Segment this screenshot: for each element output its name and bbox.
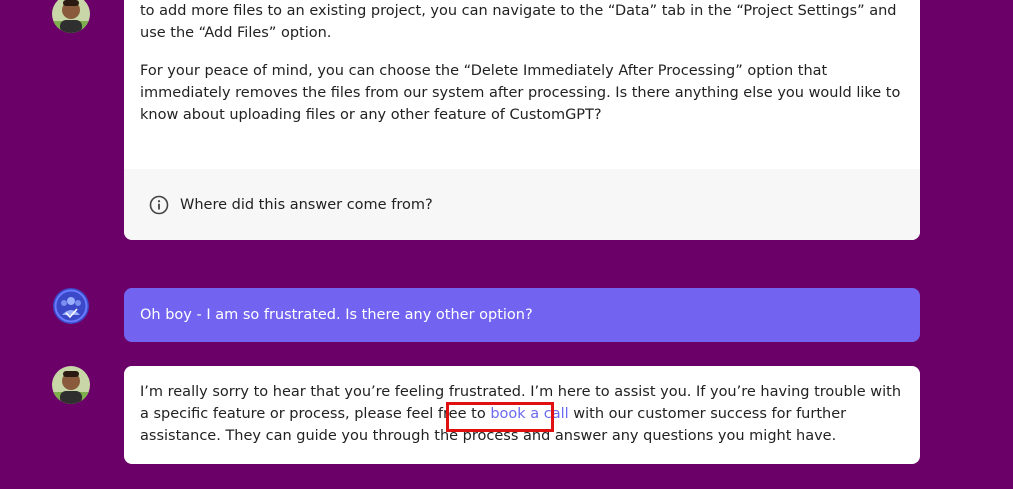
assistant-avatar xyxy=(52,366,90,404)
user-message-bubble: Oh boy - I am so frustrated. Is there an… xyxy=(124,288,920,342)
assistant-message-card: I’m really sorry to hear that you’re fee… xyxy=(124,366,920,464)
book-a-call-link[interactable]: book a call xyxy=(490,406,568,422)
assistant-message-paragraph: dashboard and using the “Upload” feature… xyxy=(140,3,897,41)
answer-source-label: Where did this answer come from? xyxy=(180,196,433,213)
info-circle-icon xyxy=(148,194,170,216)
user-message-text: Oh boy - I am so frustrated. Is there an… xyxy=(140,307,533,323)
assistant-avatar xyxy=(52,0,90,33)
answer-source-button[interactable]: Where did this answer come from? xyxy=(124,169,920,240)
assistant-message-paragraph: For your peace of mind, you can choose t… xyxy=(140,63,901,123)
assistant-message-paragraph: I’m really sorry to hear that you’re fee… xyxy=(140,381,904,447)
user-logo-avatar xyxy=(52,287,90,325)
assistant-message-card: dashboard and using the “Upload” feature… xyxy=(124,0,920,240)
